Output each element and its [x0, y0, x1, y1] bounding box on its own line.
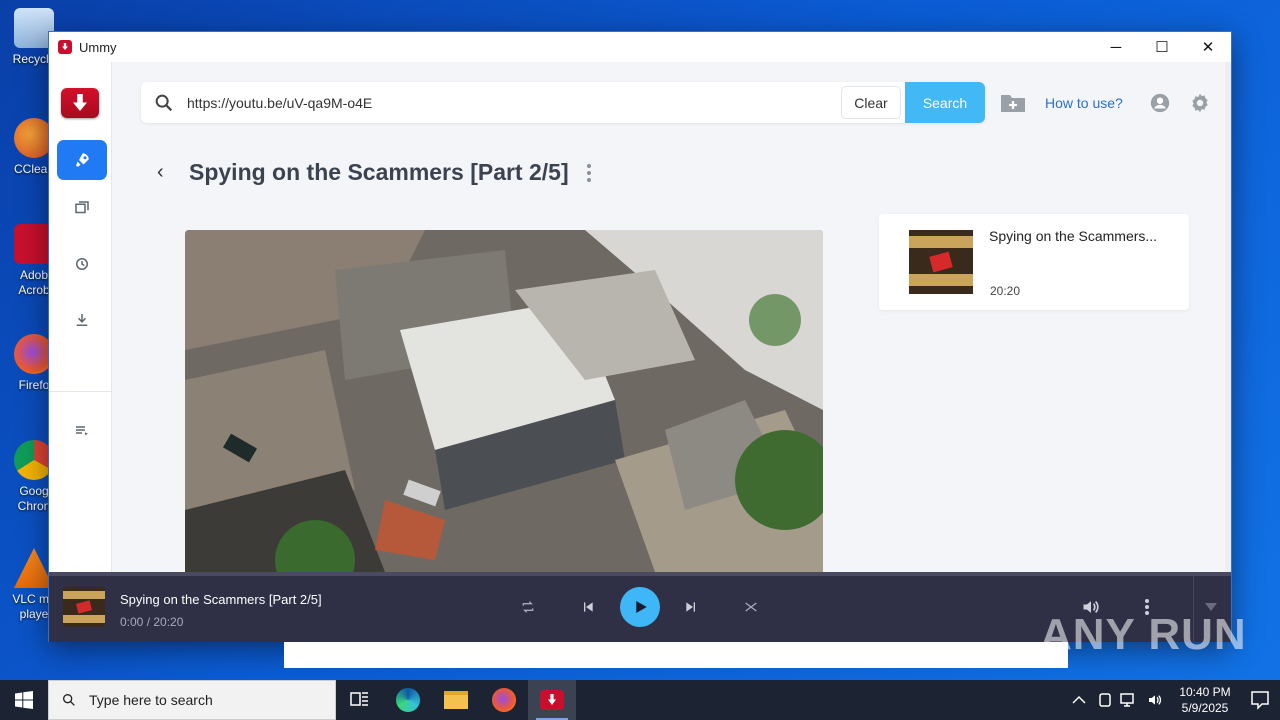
folder-icon: [444, 691, 468, 709]
more-options-icon[interactable]: [586, 163, 591, 182]
taskbar-clock[interactable]: 10:40 PM 5/9/2025: [1170, 684, 1240, 716]
sidebar-item-downloads[interactable]: [57, 300, 107, 340]
add-folder-icon[interactable]: [999, 91, 1027, 115]
watermark-text: ANY RUN: [1040, 610, 1247, 659]
system-tray: 10:40 PM 5/9/2025: [1072, 680, 1280, 720]
search-icon: [155, 94, 173, 111]
speaker-icon[interactable]: [1146, 692, 1164, 708]
next-button[interactable]: [679, 595, 703, 619]
account-icon[interactable]: [1149, 92, 1171, 114]
sidebar-item-history[interactable]: [57, 244, 107, 284]
header-actions: How to use?: [999, 86, 1211, 120]
edge-icon: [396, 688, 420, 712]
video-preview[interactable]: [185, 230, 823, 572]
minimize-button[interactable]: ─: [1093, 32, 1139, 62]
anyrun-watermark: ANY RUN: [1040, 610, 1247, 660]
shuffle-button[interactable]: [739, 595, 763, 619]
background-window-edge: [284, 642, 1068, 668]
how-to-use-link[interactable]: How to use?: [1045, 95, 1123, 111]
clear-button[interactable]: Clear: [841, 86, 901, 119]
repeat-icon: [522, 601, 534, 613]
windows-logo-icon: [15, 691, 33, 709]
playlist-item[interactable]: Spying on the Scammers... 20:20: [879, 214, 1189, 310]
taskbar-edge[interactable]: [384, 680, 432, 720]
start-button[interactable]: [0, 680, 48, 720]
ummy-icon: [540, 690, 564, 710]
taskbar-firefox[interactable]: [480, 680, 528, 720]
folders-icon: [75, 201, 89, 214]
playlist-item-duration: 20:20: [990, 284, 1021, 298]
notification-icon[interactable]: [1240, 680, 1280, 720]
repeat-button[interactable]: [516, 595, 540, 619]
close-button[interactable]: ✕: [1185, 32, 1231, 62]
player-time: 0:00 / 20:20: [120, 615, 184, 629]
sidebar-item-discover[interactable]: [57, 140, 107, 180]
playback-progress-bar[interactable]: [49, 572, 1231, 576]
video-heading: ‹ Spying on the Scammers [Part 2/5]: [157, 159, 591, 186]
url-search-bar: Clear Search: [141, 82, 985, 123]
previous-button[interactable]: [576, 595, 600, 619]
device-icon[interactable]: [1098, 692, 1112, 708]
task-view-button[interactable]: [336, 680, 384, 720]
ummy-app-icon: [58, 40, 72, 54]
network-icon[interactable]: [1120, 692, 1138, 708]
taskbar-search-box[interactable]: Type here to search: [48, 680, 336, 720]
skip-previous-icon: [584, 602, 593, 612]
play-icon: [636, 601, 647, 613]
back-chevron-icon[interactable]: ‹: [157, 161, 181, 184]
sidebar-item-playlist[interactable]: [57, 410, 107, 450]
player-thumbnail-image: [63, 587, 105, 627]
history-icon: [76, 258, 88, 270]
skip-next-icon: [686, 602, 695, 612]
window-controls: ─ ☐ ✕: [1093, 32, 1231, 62]
task-view-icon: [350, 692, 368, 706]
ummy-window: Ummy ─ ☐ ✕ Clear Search: [48, 31, 1232, 642]
taskbar-ummy[interactable]: [528, 680, 576, 720]
taskbar: Type here to search 10:40 PM 5/9/2025: [0, 680, 1280, 720]
search-icon: [63, 694, 75, 706]
playlist-icon: [76, 426, 88, 436]
main-content: Clear Search How to use? ‹ Spying on the…: [113, 62, 1231, 572]
taskbar-file-explorer[interactable]: [432, 680, 480, 720]
settings-gear-icon[interactable]: [1189, 92, 1211, 114]
shuffle-icon: [745, 602, 757, 612]
sidebar-item-library[interactable]: [57, 188, 107, 228]
page-title: Spying on the Scammers [Part 2/5]: [189, 159, 569, 185]
video-thumbnail-image: [185, 230, 823, 572]
player-track-title: Spying on the Scammers [Part 2/5]: [120, 592, 322, 607]
search-button[interactable]: Search: [905, 82, 985, 123]
playlist-item-title: Spying on the Scammers...: [989, 228, 1158, 244]
title-bar: Ummy ─ ☐ ✕: [49, 32, 1231, 62]
window-title: Ummy: [79, 39, 117, 55]
ummy-logo-icon: [61, 88, 99, 118]
play-button[interactable]: [620, 587, 660, 627]
sidebar: [49, 62, 112, 572]
maximize-button[interactable]: ☐: [1139, 32, 1185, 62]
scrollbar[interactable]: [1225, 62, 1231, 572]
clock-time: 10:40 PM: [1179, 685, 1231, 699]
firefox-icon: [492, 688, 516, 712]
sidebar-divider: [49, 391, 112, 392]
chevron-up-icon[interactable]: [1072, 695, 1086, 705]
url-input[interactable]: [187, 94, 827, 111]
rocket-icon: [76, 153, 89, 167]
taskbar-search-placeholder: Type here to search: [89, 692, 213, 708]
clock-date: 5/9/2025: [1181, 701, 1229, 715]
playlist-thumbnail-image: [909, 230, 973, 294]
download-icon: [76, 314, 88, 326]
